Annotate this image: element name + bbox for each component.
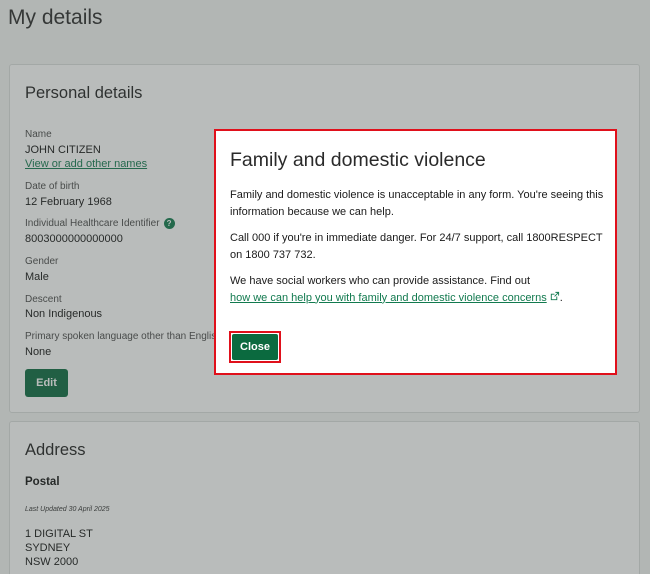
fdv-help-link[interactable]: how we can help you with family and dome…: [230, 292, 547, 304]
page: My details Personal details Name JOHN CI…: [0, 0, 650, 574]
modal-paragraph-3: We have social workers who can provide a…: [230, 273, 610, 307]
external-link-icon[interactable]: [549, 291, 560, 308]
family-violence-modal: Family and domestic violence Family and …: [214, 129, 617, 375]
modal-paragraph-3-text: We have social workers who can provide a…: [230, 275, 530, 287]
close-button-highlight: Close: [229, 331, 281, 363]
close-button[interactable]: Close: [232, 334, 278, 360]
modal-title: Family and domestic violence: [230, 149, 486, 171]
modal-paragraph-1: Family and domestic violence is unaccept…: [230, 189, 604, 218]
modal-paragraph-2: Call 000 if you're in immediate danger. …: [230, 232, 603, 261]
modal-paragraph-3-end: .: [559, 291, 563, 304]
